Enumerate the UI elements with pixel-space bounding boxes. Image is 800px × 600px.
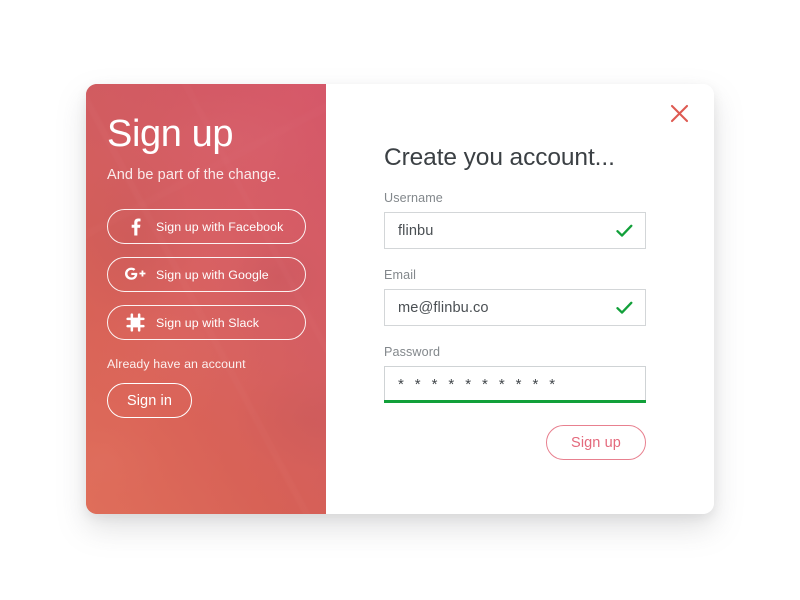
social-signup-list: Sign up with Facebook Sign up with Googl… — [107, 209, 326, 340]
screen: Sign up And be part of the change. Sign … — [0, 0, 800, 600]
close-icon[interactable] — [666, 100, 692, 126]
email-check-icon — [616, 301, 633, 315]
promo-title: Sign up — [107, 113, 234, 155]
facebook-icon — [124, 218, 146, 236]
username-check-icon — [616, 224, 633, 238]
promo-subtitle: And be part of the change. — [107, 167, 281, 183]
password-label: Password — [384, 345, 441, 359]
promo-content: Sign up And be part of the change. Sign … — [86, 84, 326, 514]
password-field-group: Password * * * * * * * * * * — [384, 345, 670, 403]
signup-modal: Sign up And be part of the change. Sign … — [86, 84, 714, 514]
signup-form-panel: Create you account... Username flinbu Em… — [326, 84, 714, 514]
username-input[interactable]: flinbu — [384, 212, 646, 249]
email-label: Email — [384, 268, 416, 282]
email-input[interactable]: me@flinbu.co — [384, 289, 646, 326]
signup-with-google-label: Sign up with Google — [156, 267, 269, 282]
password-value: * * * * * * * * * * — [398, 376, 559, 393]
submit-row: Sign up — [384, 425, 646, 460]
page-title: Create you account... — [384, 144, 615, 171]
signup-with-facebook-button[interactable]: Sign up with Facebook — [107, 209, 306, 244]
signin-button[interactable]: Sign in — [107, 383, 192, 418]
slack-icon — [124, 313, 146, 332]
username-field-group: Username flinbu — [384, 191, 670, 249]
email-field-group: Email me@flinbu.co — [384, 268, 670, 326]
username-label: Username — [384, 191, 443, 205]
promo-panel: Sign up And be part of the change. Sign … — [86, 84, 326, 514]
username-value: flinbu — [398, 222, 434, 239]
signup-with-google-button[interactable]: Sign up with Google — [107, 257, 306, 292]
signup-with-slack-label: Sign up with Slack — [156, 315, 260, 330]
have-account-text: Already have an account — [107, 357, 246, 371]
signup-with-slack-button[interactable]: Sign up with Slack — [107, 305, 306, 340]
password-input[interactable]: * * * * * * * * * * — [384, 366, 646, 403]
google-plus-icon — [124, 267, 146, 282]
password-strength-bar — [384, 400, 646, 403]
signup-with-facebook-label: Sign up with Facebook — [156, 219, 284, 234]
email-value: me@flinbu.co — [398, 299, 489, 316]
signup-submit-button[interactable]: Sign up — [546, 425, 646, 460]
